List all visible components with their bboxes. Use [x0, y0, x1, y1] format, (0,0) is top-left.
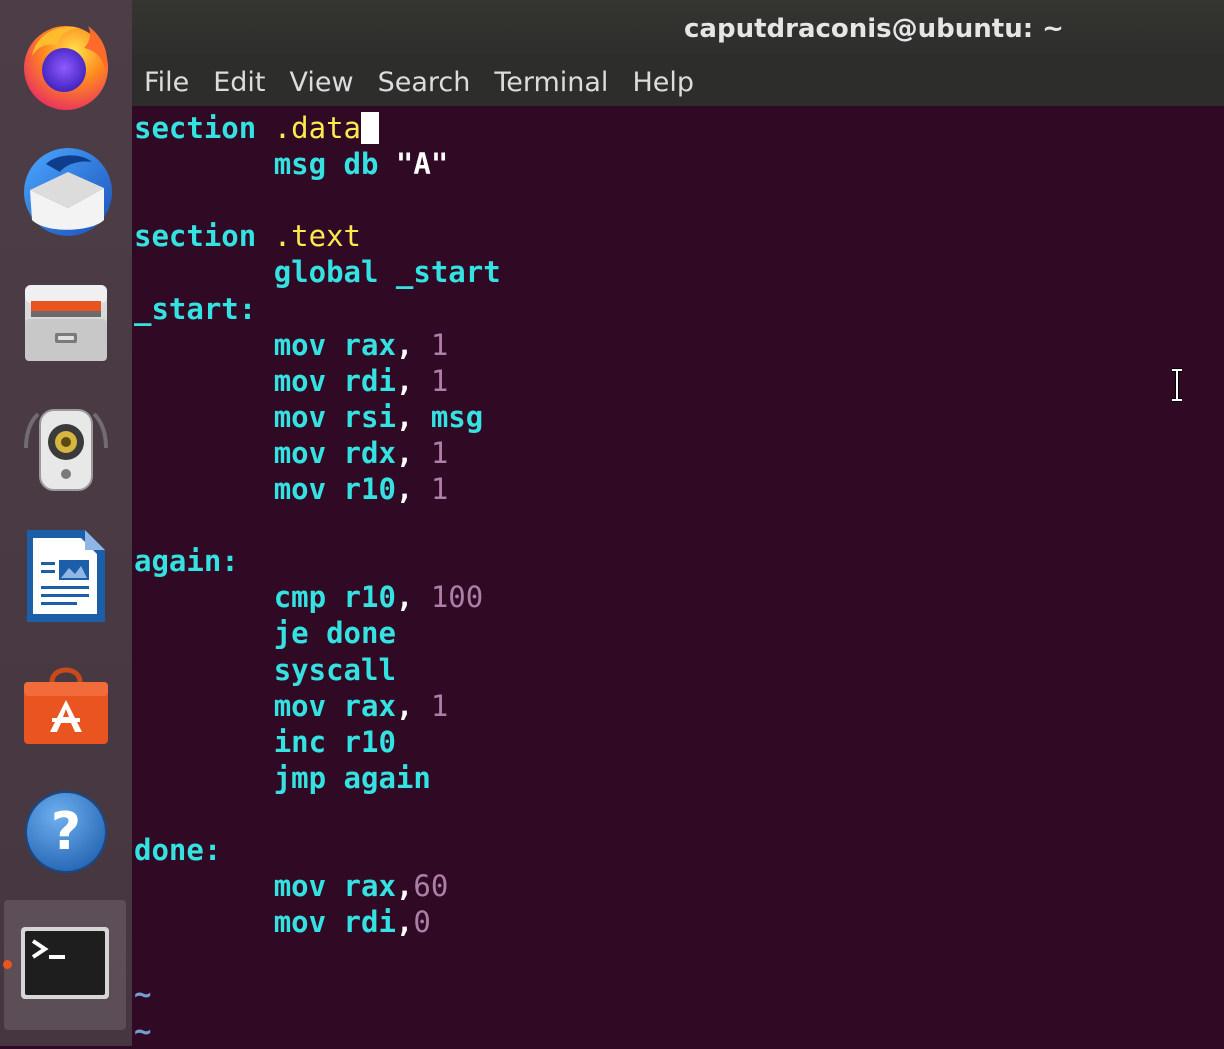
terminal-content[interactable]: section .data msg db "A" section .text gl…: [132, 106, 1224, 1049]
menu-file[interactable]: File: [144, 67, 189, 98]
block-cursor: [361, 112, 379, 144]
menu-view[interactable]: View: [289, 67, 353, 98]
code-token: ,: [395, 869, 414, 904]
code-line: mov rdi,0: [134, 904, 431, 940]
code-line: section .data: [134, 110, 379, 146]
code-line: je done: [134, 615, 396, 651]
code-token: .text: [273, 219, 361, 254]
code-token: ,: [395, 472, 431, 506]
code-token: _start:: [134, 291, 257, 326]
code-token: 1: [430, 688, 449, 723]
menubar: File Edit View Search Terminal Help: [132, 58, 1224, 106]
code-token: "A": [395, 147, 449, 182]
code-token: mov rax: [273, 688, 396, 723]
code-line: mov rdi, 1: [134, 363, 449, 399]
code-line: mov rax,60: [134, 868, 449, 904]
code-token: ,: [395, 688, 431, 723]
code-token: mov rdi: [273, 905, 396, 940]
code-line: ~: [134, 1013, 151, 1049]
code-token: 1: [430, 472, 449, 506]
code-line: mov rsi, msg: [134, 399, 484, 435]
code-line: jmp again: [134, 760, 431, 796]
menu-search[interactable]: Search: [378, 67, 471, 98]
code-token: ,: [395, 363, 431, 398]
code-token: ,: [395, 905, 414, 940]
code-token: mov rdi: [273, 363, 396, 398]
code-token: 100: [430, 580, 484, 615]
code-token: section: [134, 219, 257, 254]
menu-terminal[interactable]: Terminal: [494, 67, 608, 98]
code-line: mov rax, 1: [134, 327, 449, 363]
menu-edit[interactable]: Edit: [213, 67, 265, 98]
code-token: again:: [134, 544, 239, 579]
code-token: ~: [134, 1013, 152, 1048]
code-token: ,: [395, 435, 431, 470]
code-token: mov rdx: [273, 435, 396, 470]
code-token: ,: [395, 580, 431, 615]
code-token: mov r10: [273, 472, 396, 506]
code-line: msg db "A": [134, 146, 449, 182]
code-line: done:: [134, 832, 221, 868]
running-indicator: [3, 960, 12, 969]
code-line: syscall: [134, 652, 396, 688]
code-token: ,: [395, 399, 431, 434]
dock-item-help[interactable]: ?: [0, 774, 132, 894]
dock-item-terminal[interactable]: [4, 900, 126, 1030]
code-line: cmp r10, 100: [134, 579, 484, 615]
window-title: caputdraconis@ubuntu: ~: [684, 14, 1064, 44]
code-token: syscall: [273, 652, 396, 687]
code-token: je done: [273, 616, 396, 651]
terminal-icon: [19, 925, 111, 1006]
code-line: section .text: [134, 218, 361, 254]
text-cursor-icon: [1170, 368, 1184, 407]
code-token: 0: [413, 905, 431, 940]
titlebar[interactable]: caputdraconis@ubuntu: ~: [132, 0, 1224, 58]
dock-item-thunderbird[interactable]: [0, 134, 132, 254]
code-token: 1: [430, 327, 449, 362]
code-line: mov r10, 1: [134, 471, 449, 507]
code-line: _start:: [134, 291, 256, 327]
code-token: ~: [134, 977, 152, 1012]
thunderbird-icon: [16, 142, 116, 247]
code-token: 1: [430, 363, 449, 398]
code-token: 60: [413, 869, 449, 904]
code-token: mov rsi: [273, 399, 396, 434]
code-line: again:: [134, 543, 239, 579]
ubuntu-software-icon: [18, 656, 114, 757]
code-line: mov rax, 1: [134, 688, 449, 724]
code-token: inc r10: [273, 724, 396, 759]
dock-item-rhythmbox[interactable]: [0, 390, 132, 510]
code-line: inc r10: [134, 724, 396, 760]
code-token: jmp again: [273, 760, 431, 795]
code-line: global _start: [134, 254, 501, 290]
dock: ?: [0, 0, 132, 1046]
dock-item-files[interactable]: [0, 262, 132, 382]
code-token: mov rax: [273, 327, 396, 362]
libreoffice-writer-icon: [21, 526, 111, 631]
code-token: section: [134, 111, 257, 145]
terminal-window: caputdraconis@ubuntu: ~ File Edit View S…: [132, 0, 1224, 1049]
code-token: 1: [430, 435, 449, 470]
svg-text:?: ?: [51, 802, 81, 862]
code-token: mov rax: [273, 869, 396, 904]
code-token: msg db: [273, 147, 396, 182]
rhythmbox-icon: [18, 400, 114, 501]
dock-item-libreoffice-writer[interactable]: [0, 518, 132, 638]
code-line: mov rdx, 1: [134, 435, 449, 471]
help-icon: ?: [21, 787, 111, 882]
firefox-icon: [18, 16, 114, 117]
files-icon: [21, 275, 111, 370]
menu-help[interactable]: Help: [632, 67, 694, 98]
dock-item-firefox[interactable]: [0, 6, 132, 126]
code-token: done:: [134, 833, 222, 867]
code-token: msg: [430, 399, 484, 434]
dock-item-ubuntu-software[interactable]: [0, 646, 132, 766]
code-token: cmp r10: [273, 580, 396, 615]
code-token: ,: [395, 327, 431, 362]
code-line: ~: [134, 976, 151, 1012]
code-token: global _start: [273, 255, 501, 290]
code-token: .data: [273, 111, 361, 145]
